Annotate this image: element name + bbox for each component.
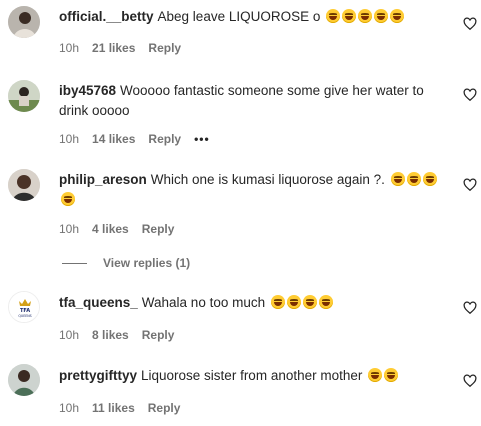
comment-likes[interactable]: 21 likes xyxy=(92,41,135,55)
view-replies-button[interactable]: View replies (1) xyxy=(62,256,190,270)
svg-text:QUEENS: QUEENS xyxy=(18,314,31,318)
comment-body: prettygifttyy Liquorose sister from anoth… xyxy=(59,366,444,386)
comment-time: 10h xyxy=(59,41,80,55)
avatar[interactable] xyxy=(8,364,40,396)
laughing-emoji-icon xyxy=(366,368,399,383)
comment-meta: 10h 8 likes Reply xyxy=(59,328,187,342)
comment-likes[interactable]: 8 likes xyxy=(92,328,129,342)
comment-text: Abeg leave LIQUOROSE o xyxy=(157,9,325,24)
like-heart-icon[interactable] xyxy=(463,301,477,315)
comment-time: 10h xyxy=(59,328,80,342)
comment-time: 10h xyxy=(59,401,80,415)
comment-username[interactable]: official.__betty xyxy=(59,9,154,24)
comment-body: philip_areson Which one is kumasi liquoro… xyxy=(59,170,444,210)
comment-time: 10h xyxy=(59,132,80,146)
comment-text: Which one is kumasi liquorose again ?. xyxy=(150,172,389,187)
comment-meta: 10h 14 likes Reply ••• xyxy=(59,132,223,146)
reply-button[interactable]: Reply xyxy=(148,41,181,55)
comment-text: Liquorose sister from another mother xyxy=(141,368,367,383)
like-heart-icon[interactable] xyxy=(463,178,477,192)
comment-body: iby45768 Wooooo fantastic someone some gi… xyxy=(59,81,444,121)
avatar[interactable]: TFA QUEENS xyxy=(8,291,40,323)
avatar[interactable] xyxy=(8,80,40,112)
like-heart-icon[interactable] xyxy=(463,88,477,102)
comment-meta: 10h 4 likes Reply xyxy=(59,222,187,236)
reply-button[interactable]: Reply xyxy=(142,328,175,342)
avatar-photo-icon xyxy=(8,6,40,38)
reply-button[interactable]: Reply xyxy=(148,401,181,415)
comment-username[interactable]: prettygifttyy xyxy=(59,368,137,383)
comment-body: official.__betty Abeg leave LIQUOROSE o xyxy=(59,7,444,27)
reply-button[interactable]: Reply xyxy=(142,222,175,236)
comment-text: Wahala no too much xyxy=(141,295,269,310)
laughing-emoji-icon xyxy=(324,9,405,24)
avatar[interactable] xyxy=(8,6,40,38)
comment-meta: 10h 21 likes Reply xyxy=(59,41,194,55)
laughing-emoji-icon xyxy=(269,295,333,310)
reply-button[interactable]: Reply xyxy=(148,132,181,146)
like-heart-icon[interactable] xyxy=(463,374,477,388)
comment-username[interactable]: philip_areson xyxy=(59,172,147,187)
avatar-photo-icon xyxy=(8,80,40,112)
comment-body: tfa_queens_ Wahala no too much xyxy=(59,293,444,313)
comment-username[interactable]: iby45768 xyxy=(59,83,116,98)
comment-username[interactable]: tfa_queens_ xyxy=(59,295,138,310)
tfa-logo-icon: TFA QUEENS xyxy=(9,292,39,322)
comment-likes[interactable]: 14 likes xyxy=(92,132,135,146)
avatar-photo-icon xyxy=(8,169,40,201)
like-heart-icon[interactable] xyxy=(463,17,477,31)
replies-divider xyxy=(62,262,87,264)
comment-time: 10h xyxy=(59,222,80,236)
more-options-icon[interactable]: ••• xyxy=(194,132,210,146)
avatar-photo-icon xyxy=(8,364,40,396)
avatar[interactable] xyxy=(8,169,40,201)
comment-likes[interactable]: 4 likes xyxy=(92,222,129,236)
view-replies-label[interactable]: View replies (1) xyxy=(103,256,190,270)
comment-likes[interactable]: 11 likes xyxy=(92,401,135,415)
comment-meta: 10h 11 likes Reply xyxy=(59,401,193,415)
